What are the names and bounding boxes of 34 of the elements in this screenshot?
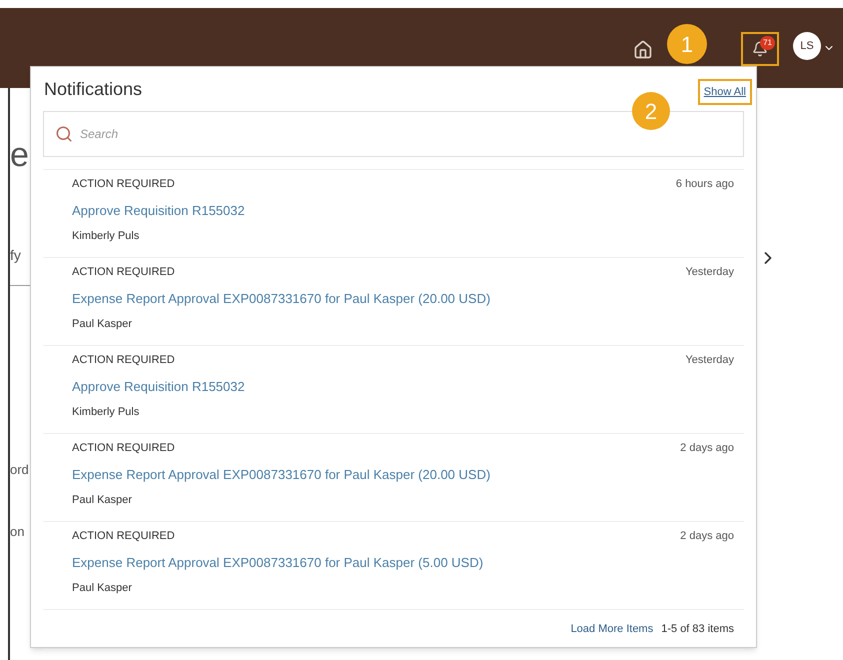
notification-person: Paul Kasper [72, 581, 133, 596]
notification-link[interactable]: Expense Report Approval EXP0087331670 for Paul Kasper (20.00 USD) [72, 288, 490, 308]
show-all-link[interactable]: Show All [698, 78, 752, 106]
notification-person: Kimberly Puls [72, 229, 140, 244]
search-icon [55, 125, 73, 143]
panel-title: Notifications [44, 78, 142, 100]
notification-link[interactable]: Expense Report Approval EXP0087331670 for Paul Kasper (5.00 USD) [72, 552, 484, 572]
notification-category: ACTION REQUIRED [72, 529, 175, 544]
notification-link[interactable]: Approve Requisition R155032 [72, 376, 245, 396]
notification-person: Kimberly Puls [72, 405, 140, 420]
notification-time: 2 days ago [680, 441, 734, 456]
background-text: fy [10, 246, 21, 265]
notification-link[interactable]: Approve Requisition R155032 [72, 200, 245, 220]
notification-time: 6 hours ago [676, 177, 734, 192]
notification-category: ACTION REQUIRED [72, 353, 175, 368]
page-divider [10, 285, 30, 286]
load-more-link[interactable]: Load More Items [570, 621, 654, 638]
notifications-button[interactable]: 71 [741, 32, 779, 66]
item-count: 1-5 of 83 items [661, 622, 734, 638]
background-text: on [10, 523, 24, 541]
notification-time: 2 days ago [680, 529, 734, 544]
home-icon[interactable] [633, 40, 653, 60]
user-avatar[interactable]: LS [793, 32, 821, 60]
notification-count-badge: 71 [760, 36, 775, 50]
background-text: ord [10, 461, 29, 479]
notification-time: Yesterday [685, 353, 734, 368]
notification-category: ACTION REQUIRED [72, 177, 175, 192]
background-text: e [10, 135, 29, 176]
notification-category: ACTION REQUIRED [72, 441, 175, 456]
notification-category: ACTION REQUIRED [72, 265, 175, 280]
notification-link[interactable]: Expense Report Approval EXP0087331670 for Paul Kasper (20.00 USD) [72, 464, 490, 484]
notification-time: Yesterday [685, 265, 734, 280]
notification-person: Paul Kasper [72, 317, 133, 332]
notification-person: Paul Kasper [72, 493, 133, 508]
